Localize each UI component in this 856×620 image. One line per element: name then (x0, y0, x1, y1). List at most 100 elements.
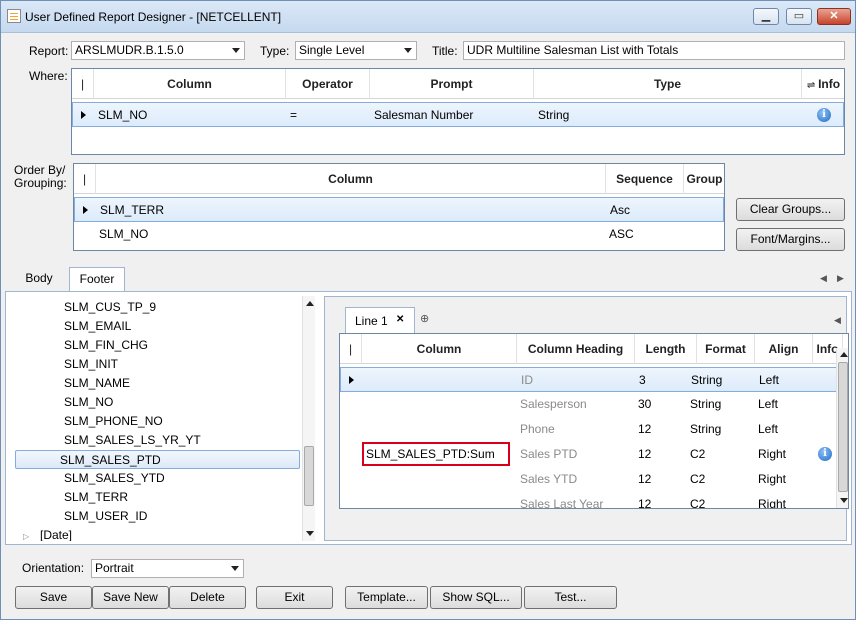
tree-node-date[interactable]: [Date] (40, 526, 72, 541)
footer-cell-heading[interactable]: Sales PTD (517, 442, 577, 467)
tab-line-1[interactable]: Line 1 ✕ (345, 307, 415, 333)
tree-item-selected[interactable]: SLM_SALES_PTD (15, 450, 300, 469)
scroll-down-icon[interactable] (840, 498, 848, 503)
tree-item[interactable]: SLM_NAME (64, 374, 130, 393)
footer-cell-align[interactable]: Right (755, 467, 786, 492)
footer-cell-heading[interactable]: Sales YTD (517, 467, 577, 492)
where-col-operator[interactable]: Operator (286, 69, 370, 99)
info-icon[interactable]: i (817, 108, 831, 122)
orderby-col-group[interactable]: Group (684, 164, 724, 194)
exit-button[interactable]: Exit (256, 586, 333, 609)
footer-cell-length[interactable]: 12 (635, 492, 651, 508)
where-cell-operator[interactable]: = (287, 103, 297, 128)
tree-item[interactable]: SLM_FIN_CHG (64, 336, 148, 355)
save-new-button[interactable]: Save New (92, 586, 169, 609)
orderby-cell-sequence[interactable]: Asc (607, 198, 630, 223)
orderby-cell-sequence[interactable]: ASC (606, 222, 634, 247)
footer-row[interactable]: Salesperson 30 String Left (340, 392, 848, 417)
test-button[interactable]: Test... (524, 586, 617, 609)
footer-col-column[interactable]: Column (362, 334, 517, 364)
tree-item[interactable]: SLM_CUS_TP_9 (64, 298, 156, 317)
footer-cell-column[interactable] (362, 417, 365, 442)
footer-cell-align[interactable]: Left (755, 417, 778, 442)
footer-col-length[interactable]: Length (635, 334, 697, 364)
footer-cell-heading[interactable]: ID (518, 368, 533, 393)
close-icon[interactable]: ✕ (396, 314, 404, 325)
close-button[interactable]: ✕ (817, 8, 851, 25)
title-input[interactable]: UDR Multiline Salesman List with Totals (463, 41, 845, 60)
delete-button[interactable]: Delete (169, 586, 246, 609)
tree-item[interactable]: SLM_EMAIL (64, 317, 131, 336)
tree-item[interactable]: SLM_INIT (64, 355, 118, 374)
orderby-col-sequence[interactable]: Sequence (606, 164, 684, 194)
footer-cell-length[interactable]: 30 (635, 392, 651, 417)
footer-cell-format[interactable]: String (687, 417, 721, 442)
footer-cell-heading[interactable]: Salesperson (517, 392, 587, 417)
footer-cell-length[interactable]: 12 (635, 467, 651, 492)
orientation-select[interactable]: Portrait (91, 559, 244, 578)
footer-row[interactable]: Sales Last Year 12 C2 Right (340, 492, 848, 508)
footer-col-heading[interactable]: Column Heading (517, 334, 635, 364)
footer-cell-length[interactable]: 12 (635, 442, 651, 467)
footer-cell-column[interactable] (362, 392, 365, 417)
template-button[interactable]: Template... (345, 586, 428, 609)
orderby-cell-column[interactable]: SLM_NO (96, 222, 148, 247)
tab-scroll-left-icon[interactable]: ◀ (834, 315, 841, 326)
tab-body[interactable]: Body (15, 267, 63, 291)
tab-footer[interactable]: Footer (69, 267, 125, 291)
where-col-column[interactable]: Column (94, 69, 286, 99)
footer-row[interactable]: ID 3 String Left (340, 367, 848, 392)
scroll-up-icon[interactable] (306, 301, 314, 306)
field-tree[interactable]: SLM_CUS_TP_9 SLM_EMAIL SLM_FIN_CHG SLM_I… (14, 296, 316, 541)
info-icon[interactable]: i (818, 447, 832, 461)
footer-cell-format[interactable]: C2 (687, 467, 705, 492)
scrollbar-thumb[interactable] (838, 362, 848, 492)
footer-cell-column[interactable] (363, 368, 366, 393)
report-select[interactable]: ARSLMUDR.B.1.5.0 (71, 41, 245, 60)
font-margins-button[interactable]: Font/Margins... (736, 228, 845, 251)
tab-scroll-right-icon[interactable]: ▶ (837, 273, 844, 284)
column-editor-highlight[interactable]: SLM_SALES_PTD:Sum (362, 442, 510, 466)
show-sql-button[interactable]: Show SQL... (430, 586, 522, 609)
footer-cell-heading[interactable]: Sales Last Year (517, 492, 603, 508)
expand-arrow-icon[interactable]: ▷ (23, 532, 29, 541)
footer-col-format[interactable]: Format (697, 334, 755, 364)
tab-scroll-left-icon[interactable]: ◀ (820, 273, 827, 284)
footer-cell-align[interactable]: Left (756, 368, 779, 393)
scroll-up-icon[interactable] (840, 352, 848, 357)
tree-item[interactable]: SLM_USER_ID (64, 507, 147, 526)
where-col-info[interactable]: ⇌ Info (802, 69, 844, 99)
footer-row[interactable]: SLM_SALES_PTD:Sum Sales PTD 12 C2 Right … (340, 442, 848, 467)
footer-grid-scrollbar[interactable] (836, 348, 848, 508)
where-cell-column[interactable]: SLM_NO (95, 103, 147, 128)
clear-groups-button[interactable]: Clear Groups... (736, 198, 845, 221)
scroll-down-icon[interactable] (306, 531, 314, 536)
where-grid[interactable]: | Column Operator Prompt Type ⇌ Info SLM… (71, 68, 845, 155)
type-select[interactable]: Single Level (295, 41, 417, 60)
tree-item[interactable]: SLM_SALES_LS_YR_YT (64, 431, 201, 450)
footer-cell-column[interactable] (362, 467, 365, 492)
footer-cell-format[interactable]: C2 (687, 442, 705, 467)
footer-cell-column[interactable] (362, 492, 365, 508)
footer-line-grid[interactable]: | Column Column Heading Length Format Al… (339, 333, 849, 509)
footer-cell-column[interactable]: SLM_SALES_PTD:Sum (366, 447, 495, 461)
orderby-row[interactable]: SLM_TERR Asc (74, 197, 724, 222)
footer-row[interactable]: Phone 12 String Left (340, 417, 848, 442)
footer-cell-align[interactable]: Left (755, 392, 778, 417)
footer-cell-format[interactable]: String (687, 392, 721, 417)
footer-cell-length[interactable]: 3 (636, 368, 646, 393)
footer-cell-format[interactable]: C2 (687, 492, 705, 508)
where-row[interactable]: SLM_NO = Salesman Number String i (72, 102, 844, 127)
tree-item[interactable]: SLM_TERR (64, 488, 128, 507)
tree-item[interactable]: SLM_PHONE_NO (64, 412, 163, 431)
tree-item[interactable]: SLM_NO (64, 393, 113, 412)
add-line-icon[interactable]: ⊕ (420, 312, 429, 325)
save-button[interactable]: Save (15, 586, 92, 609)
maximize-button[interactable]: ▭ (786, 8, 812, 25)
footer-cell-align[interactable]: Right (755, 442, 786, 467)
tree-item[interactable]: SLM_SALES_YTD (64, 469, 165, 488)
where-cell-prompt[interactable]: Salesman Number (371, 103, 473, 128)
orderby-col-column[interactable]: Column (96, 164, 606, 194)
scrollbar-thumb[interactable] (304, 446, 314, 506)
tree-scrollbar[interactable] (302, 296, 315, 541)
